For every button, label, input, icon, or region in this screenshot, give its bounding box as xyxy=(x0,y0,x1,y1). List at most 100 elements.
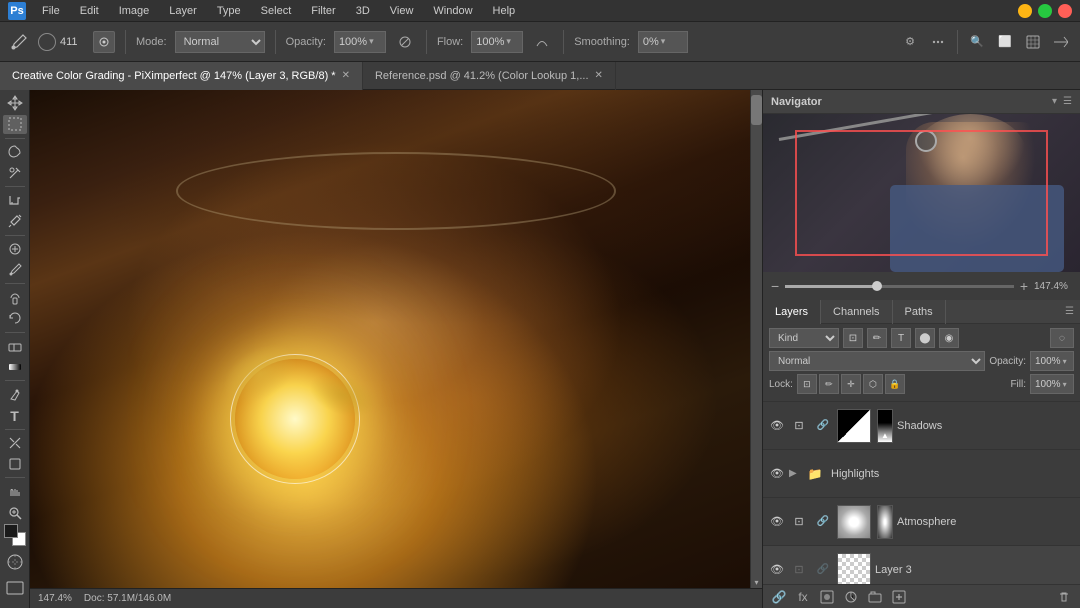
flow-icon[interactable] xyxy=(531,31,553,53)
text-tool[interactable]: T xyxy=(3,406,27,425)
menu-select[interactable]: Select xyxy=(257,3,296,19)
tab-channels[interactable]: Channels xyxy=(821,300,892,324)
share-icon[interactable] xyxy=(1050,31,1072,53)
pen-tool[interactable] xyxy=(3,385,27,404)
menu-filter[interactable]: Filter xyxy=(307,3,339,19)
eyedropper-tool[interactable] xyxy=(3,212,27,231)
layer-mask-btn[interactable] xyxy=(817,587,837,607)
scroll-arrow-down[interactable]: ▾ xyxy=(751,576,762,588)
zoom-tool[interactable] xyxy=(3,503,27,522)
lock-artboard[interactable]: ⬡ xyxy=(863,374,883,394)
layer-visibility-shadows[interactable]: 👁 xyxy=(769,418,785,434)
path-selection-tool[interactable] xyxy=(3,434,27,453)
settings-icon[interactable]: ⚙ xyxy=(899,31,921,53)
menu-layer[interactable]: Layer xyxy=(165,3,201,19)
move-tool[interactable] xyxy=(3,94,27,113)
menu-file[interactable]: File xyxy=(38,3,64,19)
layer-item-highlights[interactable]: 👁 ▶ 📁 Highlights xyxy=(763,450,1080,498)
lasso-tool[interactable] xyxy=(3,143,27,162)
layer-extra-icon-shadows[interactable]: ⊡ xyxy=(789,416,809,436)
layer-opacity-value[interactable]: 100% ▾ xyxy=(1030,351,1074,371)
blend-mode-select[interactable]: Normal xyxy=(769,351,985,371)
search-icon[interactable]: 🔍 xyxy=(966,31,988,53)
tab-close-reference[interactable]: ✕ xyxy=(595,70,603,81)
opacity-icon[interactable] xyxy=(394,31,416,53)
smoothing-value[interactable]: 0% ▾ xyxy=(638,31,688,53)
extra-icon[interactable] xyxy=(927,31,949,53)
clone-stamp-tool[interactable] xyxy=(3,288,27,307)
zoom-icon[interactable] xyxy=(1022,31,1044,53)
flow-value[interactable]: 100% ▾ xyxy=(471,31,523,53)
layer-delete-btn[interactable] xyxy=(1054,587,1074,607)
layer-filter-icon5[interactable]: ◉ xyxy=(939,328,959,348)
gradient-tool[interactable] xyxy=(3,358,27,377)
layers-panel-menu[interactable]: ☰ xyxy=(1065,306,1074,317)
layer-extra-icon-atmosphere[interactable]: ⊡ xyxy=(789,512,809,532)
lock-position[interactable]: ✛ xyxy=(841,374,861,394)
menu-edit[interactable]: Edit xyxy=(76,3,103,19)
brush-tool-icon[interactable] xyxy=(8,31,30,53)
brush-settings-toggle[interactable] xyxy=(93,31,115,53)
layer-filter-icon2[interactable]: ✏ xyxy=(867,328,887,348)
navigator-preview[interactable] xyxy=(763,114,1080,272)
tab-layers[interactable]: Layers xyxy=(763,300,821,324)
menu-help[interactable]: Help xyxy=(489,3,520,19)
canvas-content[interactable] xyxy=(30,90,762,608)
menu-view[interactable]: View xyxy=(386,3,418,19)
zoom-out-button[interactable]: − xyxy=(771,278,779,294)
layer-filter-icon3[interactable]: T xyxy=(891,328,911,348)
layer-link-shadows[interactable]: 🔗 xyxy=(813,416,833,436)
navigator-menu-icon[interactable]: ☰ xyxy=(1063,96,1072,107)
lock-all[interactable]: 🔒 xyxy=(885,374,905,394)
opacity-value[interactable]: 100% ▾ xyxy=(334,31,386,53)
layer-filter-toggle[interactable]: ◌ xyxy=(1050,328,1074,348)
tab-paths[interactable]: Paths xyxy=(893,300,946,324)
window-maximize[interactable] xyxy=(1038,4,1052,18)
layer-adjustment-btn[interactable] xyxy=(841,587,861,607)
canvas-vertical-scrollbar[interactable]: ▾ xyxy=(750,90,762,588)
arrange-icon[interactable]: ⬜ xyxy=(994,31,1016,53)
layer-expand-highlights[interactable]: ▶ xyxy=(789,468,803,479)
layer-item-layer3[interactable]: 👁 ⊡ 🔗 Layer 3 xyxy=(763,546,1080,584)
marquee-tool[interactable] xyxy=(3,115,27,134)
history-brush-tool[interactable] xyxy=(3,309,27,328)
layer-filter-icon1[interactable]: ⊡ xyxy=(843,328,863,348)
screen-mode-toggle[interactable] xyxy=(3,576,27,600)
lock-image-pixels[interactable]: ✏ xyxy=(819,374,839,394)
hand-tool[interactable] xyxy=(3,482,27,501)
eraser-tool[interactable] xyxy=(3,337,27,356)
layer-add-btn[interactable] xyxy=(889,587,909,607)
mode-select[interactable]: Normal xyxy=(175,31,265,53)
layer-fill-value[interactable]: 100% ▾ xyxy=(1030,374,1074,394)
shape-tool[interactable] xyxy=(3,455,27,474)
healing-brush-tool[interactable] xyxy=(3,240,27,259)
layer-link-layer3[interactable]: 🔗 xyxy=(813,560,833,580)
foreground-background-colors[interactable] xyxy=(4,524,26,546)
foreground-color[interactable] xyxy=(4,524,18,538)
navigator-expand-arrow[interactable]: ▾ xyxy=(1052,96,1057,107)
window-close[interactable] xyxy=(1058,4,1072,18)
lock-transparent-pixels[interactable]: ⊡ xyxy=(797,374,817,394)
layer-kind-filter[interactable]: Kind xyxy=(769,328,839,348)
quick-mask-toggle[interactable] xyxy=(3,550,27,574)
canvas-vertical-scrollbar-thumb[interactable] xyxy=(751,95,762,125)
tab-close-main[interactable]: ✕ xyxy=(342,70,350,81)
layer-link-btn[interactable]: 🔗 xyxy=(769,587,789,607)
layer-extra-icon-layer3[interactable]: ⊡ xyxy=(789,560,809,580)
menu-type[interactable]: Type xyxy=(213,3,245,19)
menu-window[interactable]: Window xyxy=(429,3,476,19)
layer-style-btn[interactable]: fx xyxy=(793,587,813,607)
magic-wand-tool[interactable] xyxy=(3,163,27,182)
layer-group-btn[interactable] xyxy=(865,587,885,607)
zoom-in-button[interactable]: + xyxy=(1020,278,1028,294)
zoom-slider[interactable] xyxy=(785,285,1014,288)
layer-link-atmosphere[interactable]: 🔗 xyxy=(813,512,833,532)
layer-visibility-highlights[interactable]: 👁 xyxy=(769,466,785,482)
crop-tool[interactable] xyxy=(3,191,27,210)
brush-tool[interactable] xyxy=(3,260,27,279)
layer-visibility-layer3[interactable]: 👁 xyxy=(769,562,785,578)
tab-main-document[interactable]: Creative Color Grading - PiXimperfect @ … xyxy=(0,62,363,90)
layer-filter-icon4[interactable]: ⬤ xyxy=(915,328,935,348)
layer-item-shadows[interactable]: 👁 ⊡ 🔗 Shadows xyxy=(763,402,1080,450)
layer-visibility-atmosphere[interactable]: 👁 xyxy=(769,514,785,530)
